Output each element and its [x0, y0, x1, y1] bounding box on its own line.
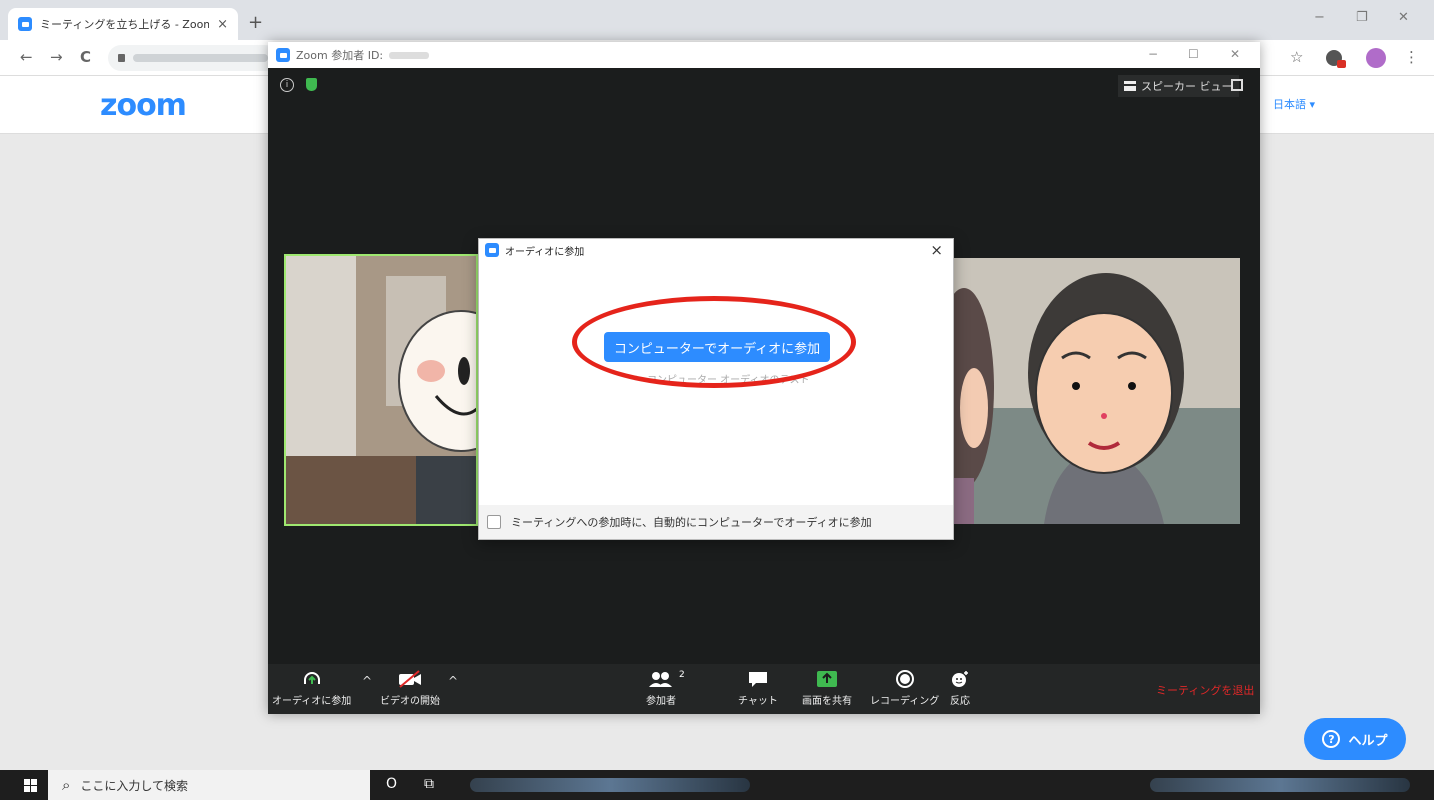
cortana-icon[interactable]: O [386, 776, 397, 792]
extension-badge [1337, 60, 1346, 68]
system-tray-blurred [1150, 778, 1410, 792]
dialog-zoom-icon [485, 243, 499, 257]
zoom-app-icon [276, 48, 290, 62]
taskbar-search-placeholder: ここに入力して検索 [80, 778, 189, 793]
video-options-caret-icon[interactable]: ^ [448, 674, 458, 688]
taskbar-search-input[interactable]: ⌕ ここに入力して検索 [48, 770, 370, 800]
bookmark-star-icon[interactable]: ☆ [1290, 48, 1303, 66]
speaker-view-button[interactable]: スピーカー ビュー [1118, 75, 1239, 97]
record-button[interactable]: レコーディング [870, 670, 939, 707]
info-icon[interactable]: i [280, 78, 294, 92]
share-screen-button[interactable]: 画面を共有 [802, 670, 852, 707]
taskbar-apps-blurred [470, 778, 750, 792]
leave-meeting-button[interactable]: ミーティングを退出 [1156, 682, 1254, 698]
join-audio-dialog: オーディオに参加 × コンピューターでオーディオに参加 コンピューター オーディ… [478, 238, 954, 540]
url-blurred [133, 54, 268, 62]
join-audio-button[interactable]: オーディオに参加 [272, 670, 351, 707]
language-selector[interactable]: 日本語 ▾ [1273, 96, 1315, 112]
minimize-icon[interactable]: − [1314, 10, 1325, 25]
encryption-shield-icon[interactable] [306, 78, 317, 91]
annotation-red-circle [572, 296, 856, 388]
help-icon: ? [1322, 730, 1341, 748]
reload-icon[interactable]: C [80, 48, 91, 66]
dialog-titlebar: オーディオに参加 [479, 239, 953, 261]
windows-taskbar: ⌕ ここに入力して検索 O ⧉ [0, 770, 1434, 800]
zoom-maximize-icon[interactable]: ☐ [1188, 47, 1199, 61]
speaker-view-label: スピーカー ビュー [1141, 80, 1233, 93]
tab-close-icon[interactable]: × [217, 17, 228, 32]
chat-button[interactable]: チャット [738, 670, 778, 707]
taskbar-search-icon: ⌕ [62, 776, 71, 794]
fullscreen-icon[interactable] [1231, 79, 1243, 91]
participant-video-left[interactable] [284, 254, 478, 526]
restore-icon[interactable]: ❐ [1356, 10, 1368, 25]
screen: ミーティングを立ち上げる - Zoom × + − ❐ ✕ ← → C ☆ ⋮ … [0, 0, 1434, 800]
headphone-icon [303, 672, 320, 684]
dialog-close-icon[interactable]: × [930, 241, 943, 259]
zoom-favicon-icon [18, 17, 32, 31]
share-screen-label: 画面を共有 [802, 696, 852, 707]
zoom-close-icon[interactable]: ✕ [1230, 47, 1240, 61]
participant-illustration-old-man [954, 258, 1240, 524]
auto-join-label[interactable]: ミーティングへの参加時に、自動的にコンピューターでオーディオに参加 [511, 514, 872, 530]
new-tab-icon[interactable]: + [248, 12, 263, 33]
chat-label: チャット [738, 696, 778, 707]
video-off-icon [399, 670, 421, 688]
browser-tab[interactable]: ミーティングを立ち上げる - Zoom × [8, 8, 238, 40]
meeting-id-blurred [389, 51, 430, 59]
reaction-emoji-icon [952, 671, 968, 687]
tab-title: ミーティングを立ち上げる - Zoom [40, 18, 210, 31]
share-screen-icon [817, 671, 837, 687]
help-label: ヘルプ [1348, 733, 1388, 749]
participant-video-right[interactable] [954, 258, 1240, 524]
dialog-title: オーディオに参加 [505, 246, 585, 258]
browser-tab-bar: ミーティングを立ち上げる - Zoom × + − ❐ ✕ [0, 0, 1434, 40]
dialog-footer: ミーティングへの参加時に、自動的にコンピューターでオーディオに参加 [479, 505, 953, 539]
zoom-window-title: Zoom 参加者 ID: [296, 49, 384, 62]
participants-label: 参加者 [646, 696, 676, 707]
zoom-logo[interactable]: zoom [100, 88, 187, 123]
browser-menu-icon[interactable]: ⋮ [1404, 48, 1419, 66]
help-button[interactable]: ? ヘルプ [1304, 718, 1406, 760]
participant-illustration-egghead [286, 256, 476, 524]
zoom-window-titlebar: Zoom 参加者 ID: − ☐ ✕ [268, 42, 1260, 68]
meeting-toolbar: オーディオに参加 ^ ビデオの開始 ^ 参加者 2 チャット 画面を共有 レコー… [268, 664, 1260, 714]
task-view-icon[interactable]: ⧉ [424, 776, 434, 792]
audio-options-caret-icon[interactable]: ^ [362, 674, 372, 688]
start-video-button[interactable]: ビデオの開始 [380, 670, 440, 707]
participant-count: 2 [679, 670, 685, 680]
join-audio-label: オーディオに参加 [272, 696, 352, 707]
windows-start-icon[interactable] [24, 779, 37, 792]
participants-button[interactable]: 参加者 [646, 670, 676, 707]
back-icon[interactable]: ← [20, 48, 33, 66]
auto-join-checkbox[interactable] [487, 515, 501, 529]
chat-icon [748, 672, 767, 687]
record-label: レコーディング [870, 696, 940, 707]
profile-avatar[interactable] [1366, 48, 1386, 68]
zoom-minimize-icon[interactable]: − [1148, 47, 1158, 61]
reactions-button[interactable]: 反応 [950, 670, 970, 707]
window-close-icon[interactable]: ✕ [1398, 10, 1409, 25]
start-video-label: ビデオの開始 [380, 696, 440, 707]
participants-icon [649, 672, 672, 687]
record-icon [895, 670, 914, 688]
forward-icon[interactable]: → [50, 48, 63, 66]
lock-icon [118, 54, 125, 62]
reactions-label: 反応 [950, 696, 970, 707]
url-input[interactable] [108, 45, 278, 71]
speaker-view-icon [1124, 81, 1136, 91]
